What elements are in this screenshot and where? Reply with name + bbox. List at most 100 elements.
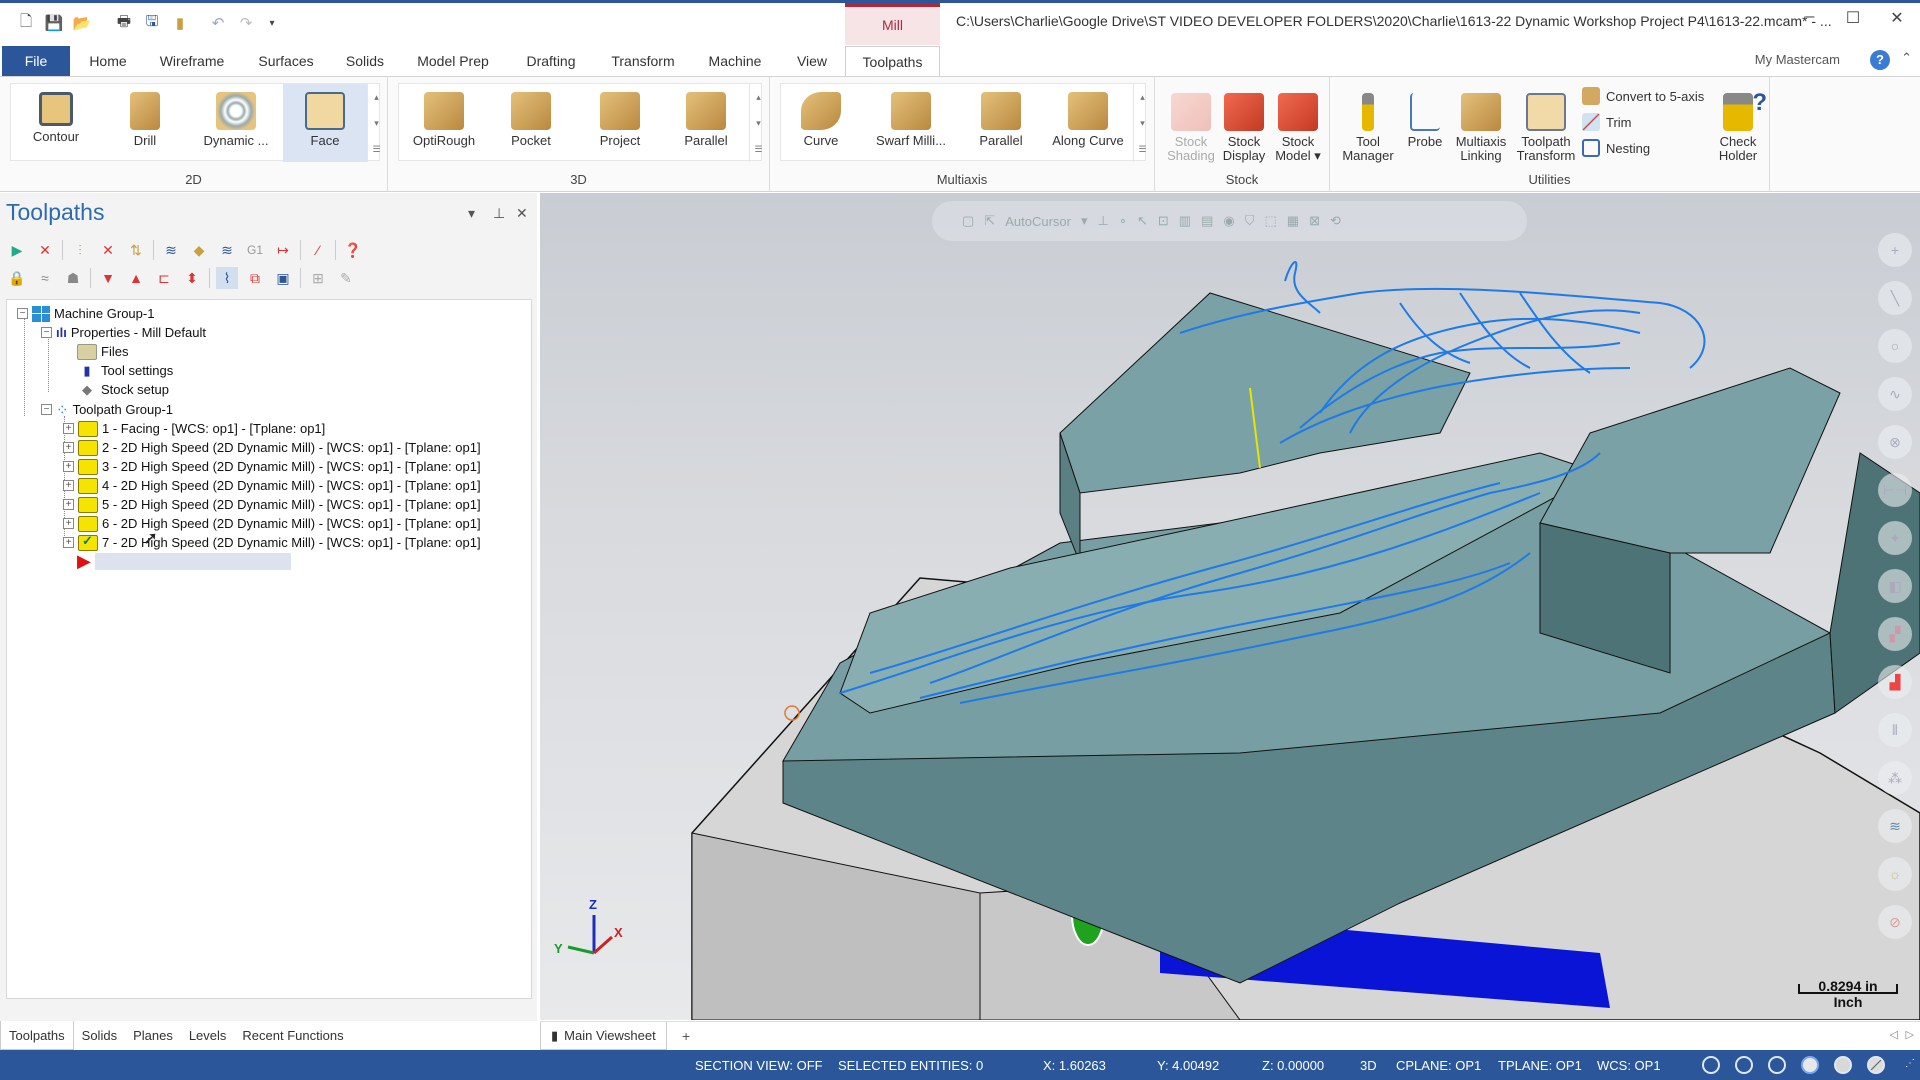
- convert-to-5-axis-button[interactable]: Convert to 5-axis: [1582, 85, 1704, 107]
- post-selected-icon[interactable]: ↦: [272, 239, 294, 261]
- operation-row[interactable]: + 1 - Facing - [WCS: op1] - [Tplane: op1…: [63, 419, 325, 438]
- sort-tools-icon[interactable]: ⇅: [125, 239, 147, 261]
- spline-tool-icon[interactable]: ∿: [1878, 377, 1912, 411]
- tab-machine[interactable]: Machine: [696, 46, 774, 76]
- circle-tool-icon[interactable]: ○: [1878, 329, 1912, 363]
- tab-file[interactable]: File: [2, 46, 70, 76]
- display-filter-icon[interactable]: ⧉: [244, 267, 266, 289]
- pin-icon[interactable]: ⊥: [493, 205, 505, 222]
- resize-grip-icon[interactable]: ⋰: [1905, 1058, 1915, 1069]
- regenerate-selected-icon[interactable]: ⫶: [69, 239, 91, 261]
- viewsheet-scroll-left-icon[interactable]: ◁: [1890, 1028, 1898, 1041]
- minimize-button[interactable]: –: [1795, 8, 1825, 30]
- move-down-icon[interactable]: ▼: [97, 267, 119, 289]
- verify-icon[interactable]: ◆: [188, 239, 210, 261]
- dropdown-arrow-icon[interactable]: ▾: [1081, 213, 1088, 229]
- body-select-icon[interactable]: ◉: [1223, 213, 1234, 229]
- zip2go-icon[interactable]: ▮: [170, 13, 190, 33]
- tab-view[interactable]: View: [786, 46, 838, 76]
- gallery-scroll-3d[interactable]: ▴ ▾ ☰: [749, 84, 767, 162]
- expand-icon[interactable]: +: [63, 461, 74, 472]
- dimension-tool-icon[interactable]: ⊢⊣: [1878, 473, 1912, 507]
- parallel-multiaxis-button[interactable]: Parallel: [961, 84, 1041, 162]
- chain-select-icon[interactable]: ⊡: [1158, 213, 1169, 229]
- add-point-tool-icon[interactable]: +: [1878, 233, 1912, 267]
- collapse-ribbon-icon[interactable]: ⌃: [1901, 50, 1912, 66]
- display-selected-only-icon[interactable]: ⌇: [216, 267, 238, 289]
- hidden-line-icon[interactable]: [1768, 1056, 1786, 1074]
- my-mastercam-link[interactable]: My Mastercam: [1755, 52, 1840, 67]
- cplane-status[interactable]: CPLANE: OP1: [1396, 1058, 1481, 1073]
- expand-icon[interactable]: +: [63, 423, 74, 434]
- insert-arrow-icon[interactable]: ⊏: [153, 267, 175, 289]
- face-select-icon[interactable]: ▤: [1201, 213, 1213, 229]
- parallel-3d-button[interactable]: Parallel: [663, 84, 749, 162]
- expand-icon[interactable]: +: [63, 442, 74, 453]
- edit-toolpath-icon[interactable]: ✎: [335, 267, 357, 289]
- z-coordinate[interactable]: Z: 0.00000: [1262, 1058, 1324, 1073]
- save-as-icon[interactable]: 🖫: [142, 13, 162, 33]
- mill-context-tab[interactable]: Mill: [845, 3, 940, 45]
- nesting-button[interactable]: Nesting: [1582, 137, 1650, 159]
- backplot-icon[interactable]: ≋: [160, 239, 182, 261]
- operation-row[interactable]: + 6 - 2D High Speed (2D Dynamic Mill) - …: [63, 514, 481, 533]
- selection-mask-icon[interactable]: ▦: [1287, 213, 1299, 229]
- tree-node-properties[interactable]: − ılı Properties - Mill Default: [41, 323, 206, 342]
- wireframe-display-icon[interactable]: [1702, 1056, 1720, 1074]
- point-snap-icon[interactable]: ∘: [1119, 213, 1127, 229]
- select-icon[interactable]: ↖: [1137, 213, 1148, 229]
- shaded-wire-icon[interactable]: [1735, 1056, 1753, 1074]
- stock-display-button[interactable]: Stock Display: [1219, 85, 1269, 163]
- layers-tool-icon[interactable]: ≋: [1878, 809, 1912, 843]
- bottom-tab-planes[interactable]: Planes: [125, 1021, 181, 1050]
- tool-manager-button[interactable]: Tool Manager: [1338, 85, 1398, 163]
- drill-button[interactable]: Drill: [105, 84, 185, 162]
- bottom-tab-levels[interactable]: Levels: [181, 1021, 235, 1050]
- move-up-icon[interactable]: ▲: [125, 267, 147, 289]
- contour-button[interactable]: Contour: [11, 84, 101, 162]
- shaded-edges-icon[interactable]: [1834, 1056, 1852, 1074]
- view-options-icon[interactable]: ▣: [272, 267, 294, 289]
- levels-tool-icon[interactable]: ⫴: [1878, 713, 1912, 747]
- tab-wireframe[interactable]: Wireframe: [150, 46, 234, 76]
- lock-icon[interactable]: 🔒: [6, 267, 28, 289]
- tab-model-prep[interactable]: Model Prep: [408, 46, 498, 76]
- insert-arrow-row[interactable]: ▶: [77, 551, 291, 571]
- viewsheet-scroll-right-icon[interactable]: ▷: [1906, 1028, 1914, 1041]
- dynamic-button[interactable]: Dynamic ...: [191, 84, 281, 162]
- tree-node-tool-settings[interactable]: ▮ Tool settings: [77, 361, 173, 380]
- tab-transform[interactable]: Transform: [604, 46, 682, 76]
- hide-tool-icon[interactable]: ⁂: [1878, 761, 1912, 795]
- probe-button[interactable]: Probe: [1400, 85, 1450, 163]
- redo-icon[interactable]: ↷: [236, 13, 256, 33]
- bottom-tab-recent-functions[interactable]: Recent Functions: [234, 1021, 351, 1050]
- verify-selection-icon[interactable]: ⊠: [1309, 213, 1320, 229]
- mode-2d-3d-toggle[interactable]: 3D: [1360, 1058, 1377, 1073]
- tab-toolpaths[interactable]: Toolpaths: [845, 46, 940, 76]
- bottom-tab-solids[interactable]: Solids: [74, 1021, 125, 1050]
- optirough-button[interactable]: OptiRough: [399, 84, 489, 162]
- post-g1-icon[interactable]: G1: [244, 239, 266, 261]
- pocket-button[interactable]: Pocket: [489, 84, 573, 162]
- tab-surfaces[interactable]: Surfaces: [248, 46, 324, 76]
- tree-node-stock-setup[interactable]: ◆ Stock setup: [77, 380, 169, 399]
- lock-selection-icon[interactable]: ▢: [962, 213, 974, 229]
- help-icon[interactable]: ?: [1870, 50, 1890, 70]
- expand-icon[interactable]: +: [63, 480, 74, 491]
- snap-icon[interactable]: ⊥: [1097, 213, 1108, 229]
- wcs-status[interactable]: WCS: OP1: [1597, 1058, 1661, 1073]
- color-tool-icon[interactable]: ▞: [1878, 617, 1912, 651]
- simulate-icon[interactable]: ≋: [216, 239, 238, 261]
- autocursor-dropdown[interactable]: AutoCursor: [1005, 214, 1071, 229]
- operation-row[interactable]: + 5 - 2D High Speed (2D Dynamic Mill) - …: [63, 495, 481, 514]
- maximize-button[interactable]: ☐: [1838, 8, 1868, 30]
- gallery-scroll-multiaxis[interactable]: ▴ ▾ ☰: [1133, 84, 1151, 162]
- pick-filter-icon[interactable]: ⛉: [1245, 213, 1255, 229]
- scroll-to-insert-icon[interactable]: ⬍: [181, 267, 203, 289]
- line-tool-icon[interactable]: ╲: [1878, 281, 1912, 315]
- swarf-milling-button[interactable]: Swarf Milli...: [863, 84, 959, 162]
- solid-select-icon[interactable]: ▥: [1179, 213, 1191, 229]
- collapse-icon[interactable]: −: [41, 327, 52, 338]
- light-tool-icon[interactable]: ✦: [1878, 521, 1912, 555]
- undo-icon[interactable]: ↶: [208, 13, 228, 33]
